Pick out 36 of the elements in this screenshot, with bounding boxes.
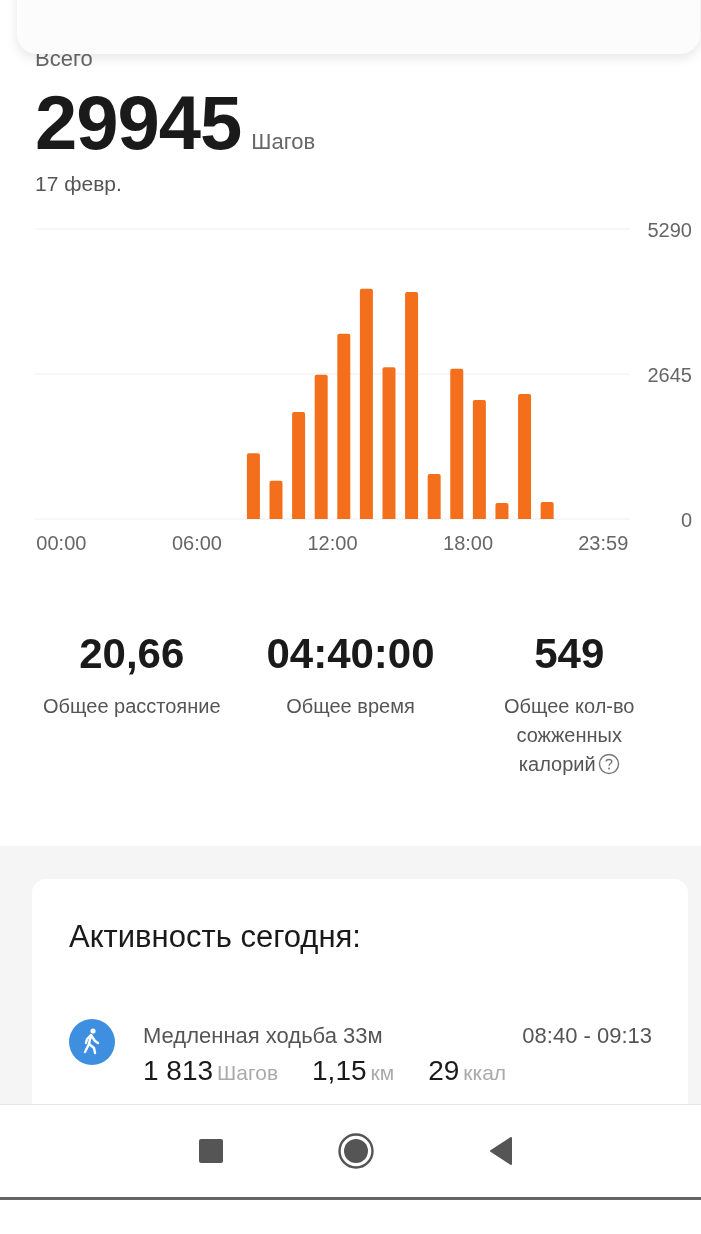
metric-unit: км	[370, 1061, 395, 1085]
metric-value: 1 813	[143, 1055, 214, 1087]
activity-time: 08:40 - 09:13	[522, 1023, 652, 1049]
step-bar	[246, 453, 260, 519]
home-button[interactable]	[337, 1133, 374, 1169]
metric-unit: Шагов	[217, 1061, 279, 1085]
step-total: 29945	[35, 79, 242, 167]
date-label: 17 февр.	[35, 172, 123, 196]
x-axis-label: 06:00	[171, 532, 222, 554]
step-unit: Шагов	[251, 129, 316, 155]
metric-value: 29	[428, 1055, 460, 1087]
help-icon[interactable]	[597, 753, 620, 775]
recents-button[interactable]	[198, 1139, 223, 1163]
stat-value: 04:40:00	[266, 629, 435, 679]
section-title: Активность сегодня:	[69, 919, 362, 955]
stat-label: Общее расстояние	[43, 694, 221, 719]
step-bar	[269, 480, 283, 519]
x-axis-label: 00:00	[36, 532, 87, 554]
step-bar	[540, 502, 554, 519]
metric-value: 1,15	[312, 1055, 367, 1087]
x-axis-label: 23:59	[578, 532, 629, 554]
x-axis-label: 12:00	[307, 532, 358, 554]
step-bar	[427, 474, 441, 519]
back-button[interactable]	[488, 1137, 513, 1165]
y-axis-label: 5290	[647, 219, 692, 241]
x-axis-label: 18:00	[443, 532, 494, 554]
step-bar	[495, 503, 509, 519]
stat-label: Общее время	[286, 694, 415, 719]
y-axis-label: 2645	[647, 364, 692, 386]
walking-icon	[69, 1019, 115, 1065]
metric-unit: ккал	[463, 1061, 507, 1085]
stat-value: 20,66	[79, 629, 185, 679]
stat-value: 549	[534, 629, 605, 679]
y-axis-label: 0	[680, 509, 692, 531]
stat-label: Общее кол-во сожженных калорий	[502, 694, 636, 777]
activity-name: Медленная ходьба 33м	[143, 1023, 383, 1049]
